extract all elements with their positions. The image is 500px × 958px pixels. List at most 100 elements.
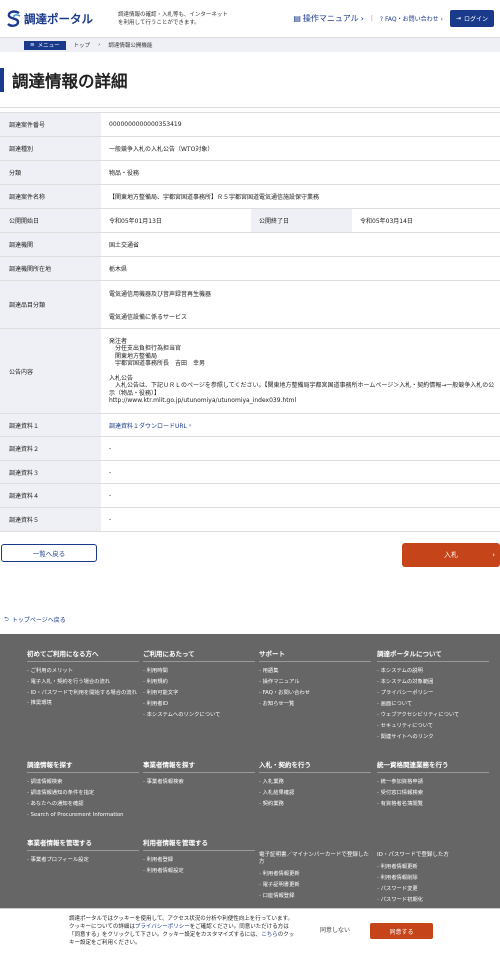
footer-link[interactable]: 入札業務	[259, 777, 371, 788]
footer-link[interactable]: 事業者プロフィール設定	[27, 855, 139, 866]
logo-mark-icon	[7, 9, 21, 27]
footer-link[interactable]: 受付窓口情報検索	[377, 788, 489, 799]
cookie-text: 調達ポータルではクッキーを使用して、アクセス状況の分析や利便性向上を行っています…	[69, 916, 295, 946]
question-icon: ?	[379, 16, 384, 23]
cookie-settings-link[interactable]: こちら	[261, 932, 278, 938]
row-items: 調達品目分類 電気通信用機器及び音声録音再生機器 電気通信設備に係るサービス	[0, 281, 500, 329]
footer-col-support: サポート用語集操作マニュアルFAQ・お問い合わせお知らせ一覧	[259, 648, 371, 710]
breadcrumb-chevron-icon: ›	[98, 42, 101, 48]
footer-link[interactable]: 電子入札・契約を行う場合の流れ	[27, 677, 139, 688]
chevron-right-icon: ›	[186, 421, 192, 429]
footer-link[interactable]: パスワード変更	[377, 884, 449, 895]
book-icon: ▤	[293, 14, 301, 23]
footer-link[interactable]: 有資格者名簿閲覧	[377, 799, 489, 810]
chevron-right-icon: ›	[492, 551, 495, 559]
footer-link[interactable]: 電子証明書更新	[259, 880, 371, 891]
footer-link[interactable]: ID・パスワードで利用を開始する場合の流れ	[27, 689, 137, 697]
tagline: 調達情報の確認・入札等も、インターネットを利用して行うことができます。	[118, 11, 228, 26]
footer-link[interactable]: 本システムの対象範囲	[377, 677, 489, 688]
faq-link[interactable]: ? FAQ・お問い合わせ ›	[380, 14, 443, 23]
back-to-list-button[interactable]: 一覧へ戻る	[1, 544, 97, 562]
menu-button[interactable]: ≡ メニュー	[24, 40, 66, 50]
footer-link[interactable]: 本システムの説明	[377, 666, 489, 677]
row-case-no: 調達案件番号 0000000000000353419	[0, 113, 500, 137]
logo[interactable]: 調達ポータル	[6, 9, 114, 28]
footer-link[interactable]: プライバシーポリシー	[377, 688, 489, 699]
footer-link[interactable]: お知らせ一覧	[259, 699, 371, 710]
footer-col-first-time: 初めてご利用になる方へご利用のメリット電子入札・契約を行う場合の流れID・パスワ…	[27, 648, 139, 709]
footer-link[interactable]: あなたへの通知を確認	[27, 799, 139, 810]
footer-col-usage: ご利用にあたって利用時間利用規約利用可能文字利用者ID本システムへのリンクについ…	[143, 648, 255, 721]
agree-button[interactable]: 同意する	[370, 923, 433, 939]
cookie-banner: 調達ポータルではクッキーを使用して、アクセス状況の分析や利便性向上を行っています…	[0, 908, 500, 958]
footer-link[interactable]: 利用規約	[143, 677, 255, 688]
row-type: 調達種別 一般競争入札の入札公告（WTO対象）	[0, 137, 500, 161]
logo-text: 調達ポータル	[24, 11, 93, 26]
doc1-link[interactable]: 調達資料１ダウンロードURL	[109, 421, 187, 430]
footer-link[interactable]: FAQ・お問い合わせ	[259, 688, 371, 699]
footer-link[interactable]: 利用時間	[143, 666, 255, 677]
detail-table: 調達案件番号 0000000000000353419 調達種別 一般競争入札の入札公…	[0, 112, 500, 532]
menu-icon: ≡	[30, 42, 35, 48]
footer-link[interactable]: 調達情報通知の条件を指定	[27, 788, 139, 799]
row-name: 調達案件名称 【関東地方整備局、宇都宮国道事務所】Ｒ５宇都宮国道電気通信施設保守業…	[0, 185, 500, 209]
footer-link[interactable]: ご利用のメリット	[27, 666, 139, 677]
footer-link[interactable]: 事業者情報検索	[143, 777, 255, 788]
footer-link[interactable]: 利用者情報更新	[377, 862, 449, 873]
manual-link[interactable]: ▤ 操作マニュアル ›	[293, 13, 364, 24]
decline-button[interactable]: 同意しない	[320, 925, 350, 934]
footer-link[interactable]: Search of Procurement Information	[27, 810, 139, 821]
bid-button[interactable]: 入札 ›	[402, 543, 500, 567]
back-to-top-link[interactable]: ⮌ トップページへ戻る	[4, 615, 66, 625]
footer-link[interactable]: 利用者情報設定	[143, 866, 255, 877]
footer-link[interactable]: 画面について	[377, 699, 489, 710]
row-doc2: 調達資料２-	[0, 437, 500, 461]
title-area: 調達情報の詳細	[0, 52, 500, 108]
footer-link[interactable]: 調達情報検索	[27, 777, 139, 788]
return-arrow-icon: ⮌	[4, 616, 9, 623]
footer-link[interactable]: 利用可能文字	[143, 688, 255, 699]
row-doc5: 調達資料５-	[0, 508, 500, 532]
footer-link[interactable]: 利用者情報削除	[377, 873, 449, 884]
header-links: ▤ 操作マニュアル › | ? FAQ・お問い合わせ › ⇥ ログイン	[293, 10, 494, 27]
login-button[interactable]: ⇥ ログイン	[449, 10, 494, 27]
footer-link[interactable]: 関連サイトへのリンク	[377, 732, 489, 743]
footer-link[interactable]: セキュリティについて	[377, 721, 489, 732]
breadcrumb-top[interactable]: トップ	[74, 41, 91, 49]
row-doc3: 調達資料３-	[0, 461, 500, 484]
footer-link[interactable]: 利用者情報更新	[259, 869, 371, 880]
row-notice: 公告内容 発注者 分任支出負担行為担当官 関東地方整備局 宇都宮国道事務所長 吉田…	[0, 329, 500, 414]
row-doc1: 調達資料１ 調達資料１ダウンロードURL ›	[0, 414, 500, 437]
footer-link[interactable]: 利用者ID	[143, 699, 255, 710]
row-category: 分類 物品・役務	[0, 161, 500, 185]
row-org: 調達機関 国土交通省	[0, 233, 500, 257]
row-location: 調達機関所在地 栃木県	[0, 257, 500, 281]
title-accent	[0, 67, 4, 92]
footer-link[interactable]: 用語集	[259, 666, 371, 677]
privacy-policy-link[interactable]: プライバシーポリシー	[135, 924, 190, 930]
breadcrumb: ≡ メニュー トップ › 調達情報公開機能	[0, 38, 500, 52]
footer-link[interactable]: パスワード初期化	[377, 895, 449, 906]
footer-link[interactable]: 操作マニュアル	[259, 677, 371, 688]
header: 調達ポータル 調達情報の確認・入札等も、インターネットを利用して行うことができま…	[0, 0, 500, 38]
footer-col-search-business: 事業者情報を探す事業者情報検索	[143, 759, 255, 788]
footer-col-cert-users: 電子証明書／マイナンバーカードで登録した方利用者情報更新電子証明書更新口座情報登…	[259, 852, 371, 902]
divider: |	[370, 15, 373, 22]
footer-col-id-users: ID・パスワードで登録した方利用者情報更新利用者情報削除パスワード変更パスワード…	[377, 852, 449, 906]
footer-link[interactable]: 本システムへのリンクについて	[143, 710, 255, 721]
row-doc4: 調達資料４-	[0, 484, 500, 508]
footer-col-user-info: 利用者情報を管理する利用者登録利用者情報設定	[143, 837, 255, 877]
footer-link[interactable]: ウェブアクセシビリティについて	[377, 710, 489, 721]
footer-link[interactable]: 口座情報登録	[259, 891, 371, 902]
page-title: 調達情報の詳細	[12, 71, 128, 91]
footer-link[interactable]: 統一参加資格申請	[377, 777, 489, 788]
breadcrumb-current: 調達情報公開機能	[108, 43, 153, 49]
footer-link[interactable]: 入札結果確認	[259, 788, 371, 799]
footer-link[interactable]: 契約業務	[259, 799, 371, 810]
footer-link[interactable]: 利用者登録	[143, 855, 255, 866]
footer-col-about: 調達ポータルについて本システムの説明本システムの対象範囲プライバシーポリシー画面…	[377, 648, 489, 743]
footer-link[interactable]: 推奨環境	[27, 698, 139, 709]
row-dates: 公開開始日 令和05年01月13日 公開終了日 令和05年03月14日	[0, 209, 500, 233]
footer-col-qualification: 統一資格関連業務を行う統一参加資格申請受付窓口情報検索有資格者名簿閲覧	[377, 759, 489, 810]
footer-col-search-procurement: 調達情報を探す調達情報検索調達情報通知の条件を指定あなたへの通知を確認Searc…	[27, 759, 139, 821]
